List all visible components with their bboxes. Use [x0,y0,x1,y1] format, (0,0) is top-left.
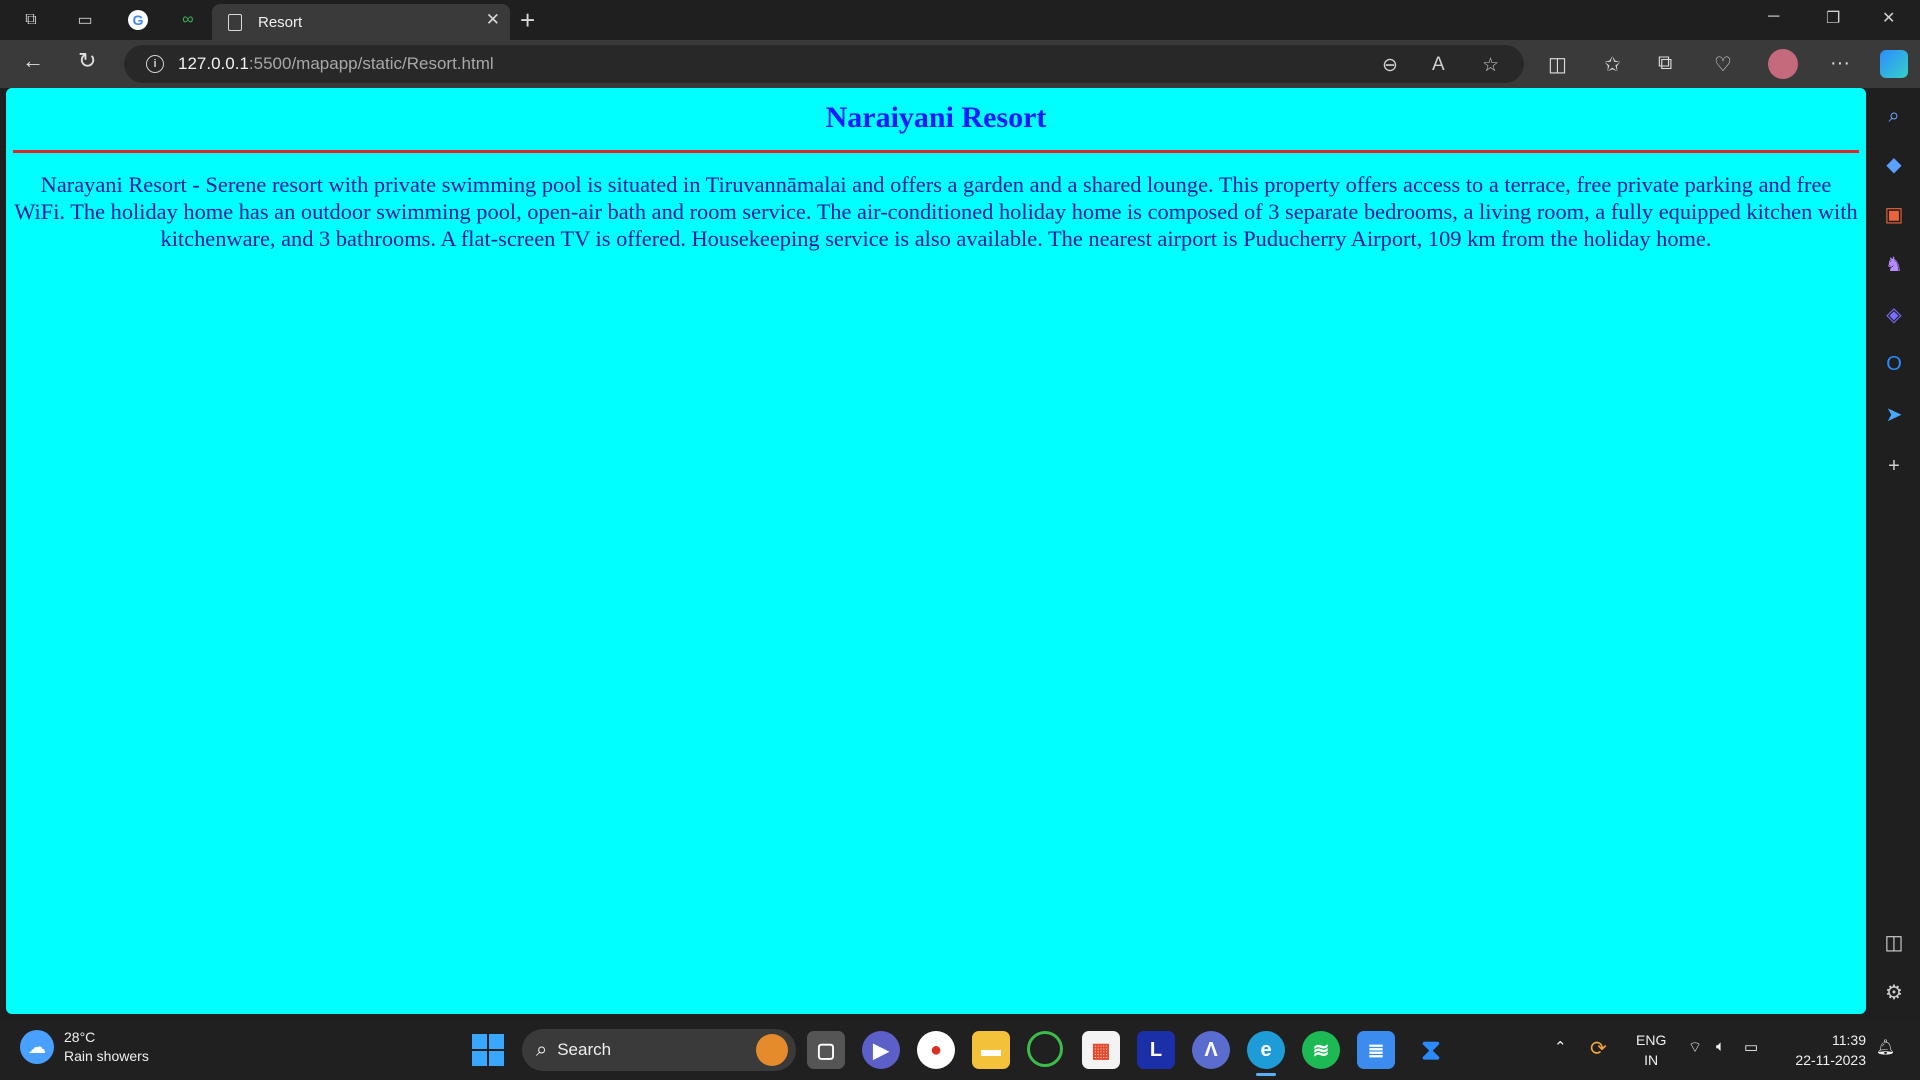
task-view-icon[interactable]: ▢ [807,1031,845,1069]
shopping-tag-icon[interactable]: ◆ [1880,150,1908,178]
volume-icon[interactable]: 🔈︎ [1716,1038,1725,1055]
battery-icon[interactable]: ▭ [1744,1038,1758,1056]
hide-sidebar-icon[interactable]: ◫ [1880,928,1908,956]
google-icon: G [128,10,148,30]
weather-desc: Rain showers [64,1048,149,1064]
start-button[interactable] [472,1034,504,1066]
rain-cloud-icon: ☁ [20,1030,54,1064]
close-window-button[interactable]: ✕ [1882,8,1895,28]
refresh-button[interactable]: ↻ [78,48,96,74]
zoom-out-icon[interactable]: ⊖ [1382,54,1398,77]
browser-toolbar: ← ↻ i 127.0.0.1:5500/mapapp/static/Resor… [0,40,1920,88]
taskbar: ☁ 28°C Rain showers ⌕ Search ▢ ▶ ● ▬ ▦ L… [0,1020,1920,1080]
outlook-icon[interactable]: O [1880,350,1908,378]
tab-title: Resort [258,13,303,31]
tab-pinned-2[interactable]: ∞ [166,4,210,36]
tab-actions-icon[interactable]: ▭ [70,6,100,34]
document-icon [228,13,242,31]
restore-button[interactable]: ❐ [1826,8,1840,28]
workspaces-icon[interactable]: ⧉ [16,6,46,34]
edge-sidebar: ⌕ ◆ ▣ ♞ ◈ O ➤ + ◫ ⚙ [1868,88,1920,1014]
taskbar-search[interactable]: ⌕ Search [522,1029,796,1071]
copilot-sidebar-icon[interactable]: ◈ [1880,300,1908,328]
split-screen-icon[interactable]: ◫ [1548,52,1567,77]
search-icon: ⌕ [536,1038,548,1061]
search-icon[interactable]: ⌕ [1880,102,1908,130]
clock[interactable]: 11:39 22-11-2023 [1766,1030,1866,1070]
close-tab-icon[interactable]: ✕ [486,10,500,30]
wifi-icon[interactable]: ⌔ [1688,1038,1702,1057]
sidebar-settings-icon[interactable]: ⚙ [1880,978,1908,1006]
new-tab-button[interactable]: + [520,4,535,36]
edge-active-indicator [1256,1073,1276,1076]
search-label: Search [557,1040,612,1059]
spotify-icon[interactable]: ≋ [1302,1031,1340,1069]
search-highlight-icon [756,1034,788,1066]
refresh-app-icon[interactable] [1027,1031,1063,1067]
tab-google[interactable]: G [116,4,160,36]
games-icon[interactable]: ♞ [1880,250,1908,278]
tab-active[interactable]: Resort ✕ [212,4,510,40]
favorites-icon[interactable]: ✩ [1604,52,1621,77]
file-explorer-icon[interactable]: ▬ [972,1031,1010,1069]
notepad-icon[interactable]: ≣ [1357,1031,1395,1069]
vscode-icon[interactable]: ⧗ [1412,1031,1450,1069]
tools-briefcase-icon[interactable]: ▣ [1880,200,1908,228]
drop-icon[interactable]: ➤ [1880,400,1908,428]
show-hidden-icons[interactable]: ⌃ [1554,1038,1567,1056]
page-title: Naraiyani Resort [825,101,1047,134]
favorite-star-icon[interactable]: ☆ [1482,54,1499,77]
ms-store-icon[interactable]: ▦ [1082,1031,1120,1069]
back-button[interactable]: ← [22,48,44,74]
read-aloud-icon[interactable]: A [1432,54,1445,76]
weather-widget[interactable]: ☁ 28°C Rain showers [20,1028,149,1066]
title-bar: ⧉ ▭ G ∞ Resort ✕ + ─ ❐ ✕ [0,0,1920,40]
sync-icon[interactable]: ⟳ [1590,1036,1607,1061]
url-text: 127.0.0.1:5500/mapapp/static/Resort.html [178,54,494,73]
horizontal-rule [13,150,1859,153]
chrome-icon[interactable]: ● [917,1031,955,1069]
l-app-icon[interactable]: L [1137,1031,1175,1069]
site-info-icon[interactable]: i [146,55,164,73]
edge-icon[interactable]: e [1247,1031,1285,1069]
profile-avatar[interactable] [1768,49,1798,79]
resort-description: Narayani Resort - Serene resort with pri… [14,172,1858,251]
copilot-icon[interactable] [1880,50,1908,78]
collections-icon[interactable]: ⧉ [1658,52,1672,75]
more-options-icon[interactable]: ··· [1830,52,1850,75]
triangle-app-icon[interactable]: Λ [1192,1031,1230,1069]
weather-temp: 28°C [64,1029,96,1045]
page-viewport: Naraiyani Resort Narayani Resort - Seren… [6,88,1866,1014]
address-bar[interactable]: i 127.0.0.1:5500/mapapp/static/Resort.ht… [124,45,1524,83]
minimize-button[interactable]: ─ [1768,8,1779,26]
teams-icon[interactable]: ▶ [862,1031,900,1069]
link-icon: ∞ [182,11,194,28]
browser-essentials-icon[interactable]: ♡ [1714,52,1732,77]
language-indicator[interactable]: ENG IN [1636,1030,1666,1070]
notification-bell-icon[interactable]: 🔔︎ [1876,1038,1895,1056]
add-sidebar-app-icon[interactable]: + [1880,452,1908,480]
